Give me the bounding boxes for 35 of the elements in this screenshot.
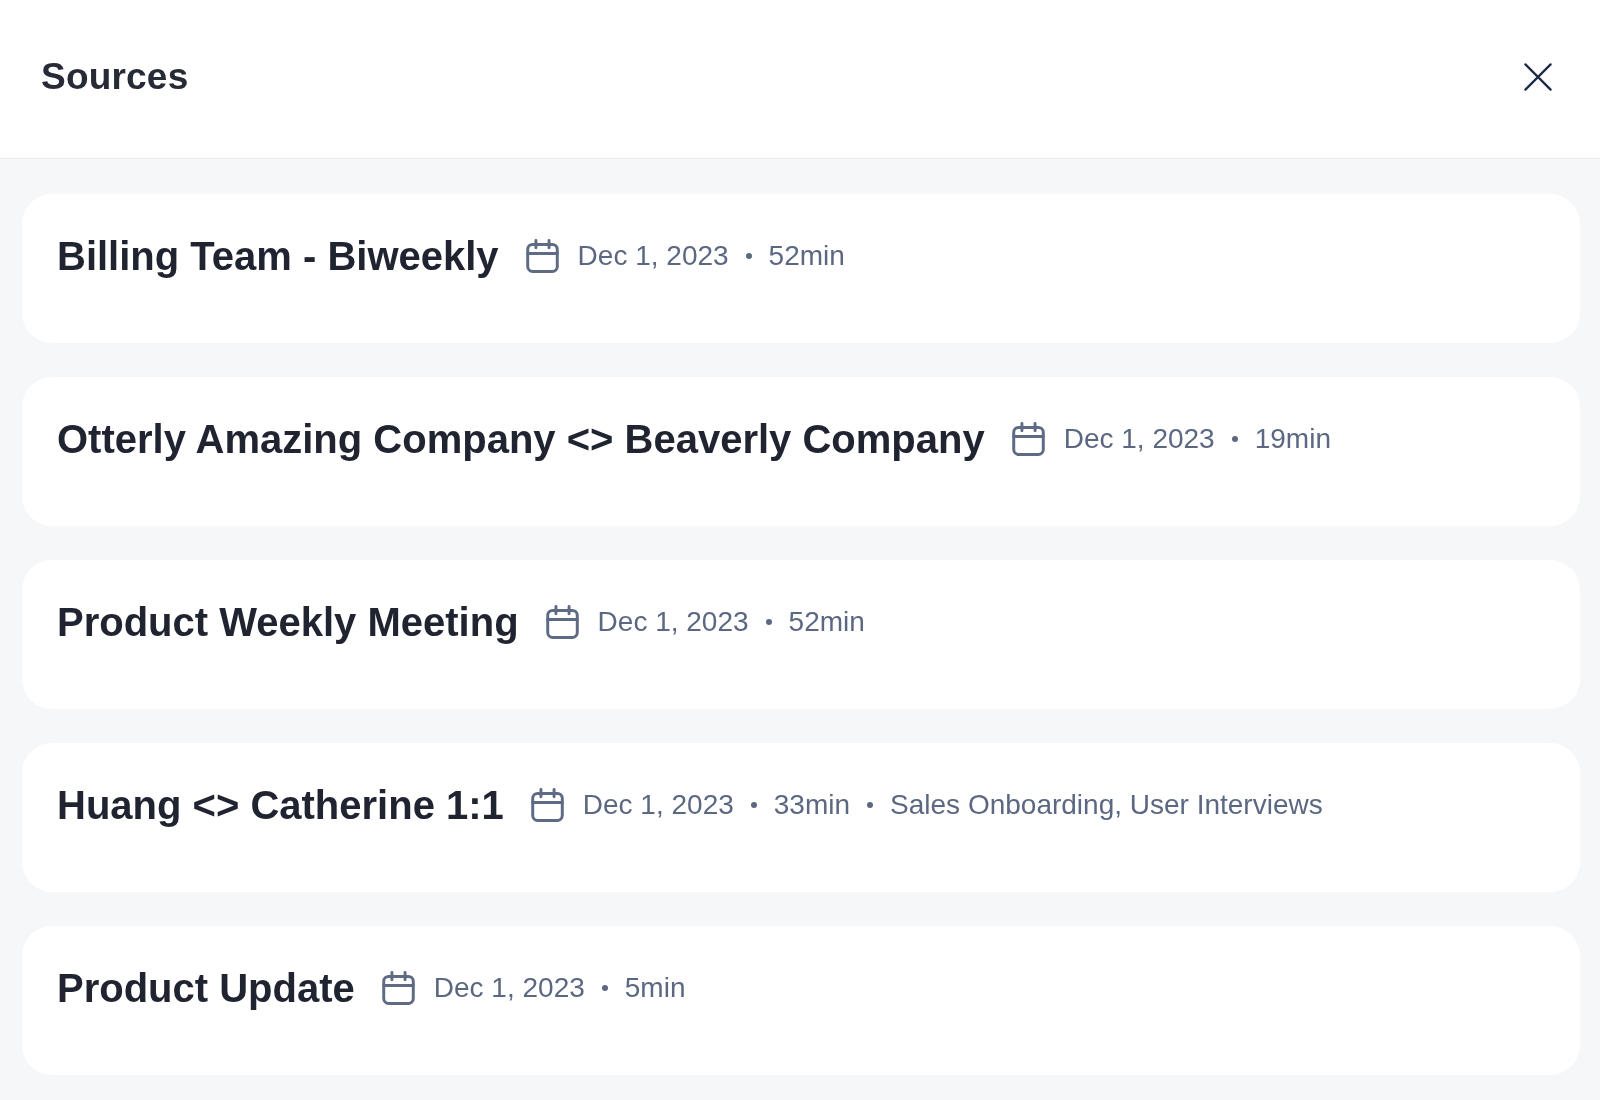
bullet-icon	[750, 802, 757, 808]
duration-text: 19min	[1254, 422, 1331, 456]
meeting-date: Dec 1, 2023	[577, 239, 729, 273]
duration-text: 52min	[768, 239, 845, 273]
source-card[interactable]: Billing Team - Biweekly Dec 1, 2023 52min	[22, 194, 1580, 343]
source-card[interactable]: Huang <> Catherine 1:1 Dec 1, 2023 33min Sales Onboarding, User Interviews	[22, 743, 1580, 892]
calendar-icon	[545, 605, 579, 639]
source-title: Huang <> Catherine 1:1	[57, 782, 504, 829]
duration-text: 5min	[624, 971, 686, 1005]
close-button[interactable]	[1522, 61, 1554, 93]
meeting-date: Dec 1, 2023	[597, 605, 749, 639]
source-title: Billing Team - Biweekly	[57, 233, 499, 280]
tags-text: Sales Onboarding, User Interviews	[890, 788, 1323, 822]
source-card[interactable]: Product Update Dec 1, 2023 5min	[22, 926, 1580, 1075]
bullet-icon	[601, 985, 608, 991]
bullet-icon	[745, 253, 752, 259]
bullet-icon	[765, 619, 772, 625]
duration-text: 33min	[773, 788, 851, 822]
calendar-icon	[1011, 422, 1045, 456]
close-icon	[1524, 63, 1552, 91]
meeting-date: Dec 1, 2023	[582, 788, 734, 822]
calendar-icon	[530, 788, 564, 822]
calendar-icon	[525, 239, 559, 273]
panel-title: Sources	[41, 55, 189, 99]
calendar-icon	[381, 971, 415, 1005]
bullet-icon	[1231, 436, 1238, 442]
source-title: Product Weekly Meeting	[57, 599, 519, 646]
bullet-icon	[867, 802, 874, 808]
meeting-date: Dec 1, 2023	[1063, 422, 1215, 456]
source-title: Otterly Amazing Company <> Beaverly Company	[57, 416, 985, 463]
source-card[interactable]: Product Weekly Meeting Dec 1, 2023 52min	[22, 560, 1580, 709]
duration-text: 52min	[788, 605, 865, 639]
source-title: Product Update	[57, 965, 355, 1012]
meeting-date: Dec 1, 2023	[433, 971, 585, 1005]
source-card[interactable]: Otterly Amazing Company <> Beaverly Company Dec 1, 2023 19min	[22, 377, 1580, 526]
